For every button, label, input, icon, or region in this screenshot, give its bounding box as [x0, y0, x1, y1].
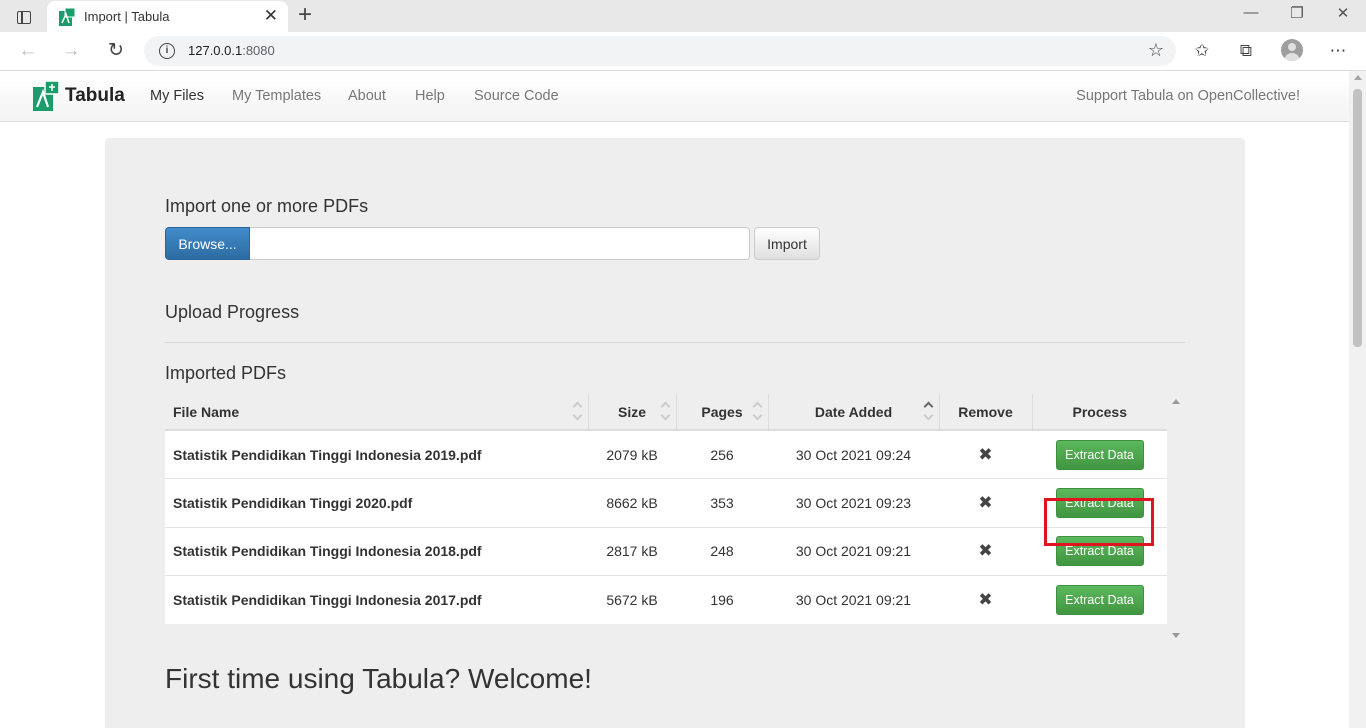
profile-avatar[interactable] [1281, 39, 1303, 61]
date-cell: 30 Oct 2021 09:23 [768, 478, 939, 527]
file-name-cell[interactable]: Statistik Pendidikan Tinggi 2020.pdf [165, 478, 588, 527]
sort-icon [573, 401, 583, 423]
tabula-logo-icon [33, 80, 60, 111]
favorites-icon[interactable]: ✩ [1189, 39, 1215, 63]
pages-cell: 353 [676, 478, 768, 527]
nav-source-code[interactable]: Source Code [474, 88, 559, 104]
size-cell: 2817 kB [588, 526, 676, 576]
date-cell: 30 Oct 2021 09:21 [768, 575, 939, 624]
column-header-remove: Remove [939, 394, 1033, 431]
process-cell: Extract Data [1032, 575, 1167, 624]
table-row: Statistik Pendidikan Tinggi Indonesia 20… [165, 429, 1167, 479]
nav-my-files[interactable]: My Files [150, 88, 204, 104]
browser-toolbar: ← → ↻ i 127.0.0.1:8080 ☆ ✩ ⧉ ⋯ [0, 32, 1366, 71]
remove-cell: ✖ [939, 526, 1032, 576]
tabula-navbar: Tabula My Files My Templates About Help … [0, 71, 1349, 122]
restore-icon[interactable]: ❐ [1274, 4, 1320, 22]
welcome-heading: First time using Tabula? Welcome! [165, 663, 592, 694]
close-window-icon[interactable]: ✕ [1320, 4, 1366, 22]
site-info-icon[interactable]: i [159, 43, 175, 59]
date-cell: 30 Oct 2021 09:24 [768, 429, 939, 479]
extract-data-button[interactable]: Extract Data [1055, 585, 1144, 615]
imported-pdfs-table: File Name Size Pages Date Added Remove P… [165, 394, 1167, 624]
column-header-size[interactable]: Size [588, 394, 677, 431]
table-scrollbar[interactable] [1169, 394, 1183, 640]
scrollbar-thumb[interactable] [1353, 89, 1362, 347]
url-text[interactable]: 127.0.0.1:8080 [188, 43, 275, 58]
nav-my-templates[interactable]: My Templates [232, 88, 321, 104]
browser-tab-bar: Import | Tabula ✕ + — ❐ ✕ [0, 0, 1366, 32]
refresh-icon[interactable]: ↻ [104, 40, 128, 62]
file-name-cell[interactable]: Statistik Pendidikan Tinggi Indonesia 20… [165, 429, 588, 479]
table-row: Statistik Pendidikan Tinggi Indonesia 20… [165, 575, 1167, 624]
page-viewport: Tabula My Files My Templates About Help … [0, 71, 1349, 728]
nav-support-link[interactable]: Support Tabula on OpenCollective! [1076, 88, 1300, 104]
remove-cell: ✖ [939, 429, 1032, 479]
collections-icon[interactable]: ⧉ [1233, 39, 1259, 63]
imported-pdfs-heading: Imported PDFs [165, 363, 287, 383]
back-icon[interactable]: ← [16, 40, 40, 62]
extract-data-button[interactable]: Extract Data [1055, 439, 1144, 470]
divider [165, 342, 1185, 343]
close-tab-icon[interactable]: ✕ [264, 7, 278, 25]
browser-tab-title: Import | Tabula [84, 9, 170, 24]
tabula-favicon-icon [59, 7, 76, 26]
upload-progress-heading: Upload Progress [165, 302, 300, 322]
sort-icon [661, 401, 671, 423]
address-bar[interactable]: i 127.0.0.1:8080 ☆ [144, 36, 1176, 66]
new-tab-icon[interactable]: + [293, 3, 317, 29]
scroll-up-icon[interactable] [1172, 399, 1180, 404]
main-panel: Import one or more PDFs Browse... Import… [105, 138, 1245, 728]
pages-cell: 248 [676, 526, 768, 576]
nav-help[interactable]: Help [415, 88, 445, 104]
scroll-up-icon[interactable] [1354, 75, 1362, 80]
tab-actions-icon[interactable] [10, 6, 38, 28]
import-heading: Import one or more PDFs [165, 196, 369, 216]
brand[interactable]: Tabula [33, 80, 125, 111]
column-header-pages[interactable]: Pages [676, 394, 769, 431]
browser-tab-active[interactable]: Import | Tabula ✕ [47, 1, 288, 32]
column-header-date-added[interactable]: Date Added [768, 394, 940, 431]
minimize-icon[interactable]: — [1228, 4, 1274, 21]
brand-name: Tabula [65, 85, 125, 106]
pages-cell: 256 [676, 429, 768, 479]
page-scrollbar[interactable] [1349, 71, 1366, 728]
sort-ascending-icon [924, 401, 934, 423]
scroll-down-icon[interactable] [1172, 633, 1180, 638]
remove-icon[interactable]: ✖ [978, 541, 992, 560]
size-cell: 8662 kB [588, 478, 676, 527]
column-header-file-name[interactable]: File Name [165, 394, 589, 431]
highlight-box [1044, 498, 1154, 546]
remove-icon[interactable]: ✖ [978, 493, 992, 512]
remove-cell: ✖ [939, 575, 1032, 624]
sort-icon [753, 401, 763, 423]
remove-icon[interactable]: ✖ [978, 445, 992, 464]
table-row: Statistik Pendidikan Tinggi 2020.pdf 866… [165, 478, 1167, 527]
size-cell: 2079 kB [588, 429, 676, 479]
forward-icon[interactable]: → [59, 40, 83, 62]
add-favorite-icon[interactable]: ☆ [1148, 40, 1164, 61]
browse-button[interactable]: Browse... [165, 227, 250, 260]
size-cell: 5672 kB [588, 575, 676, 624]
pages-cell: 196 [676, 575, 768, 624]
remove-icon[interactable]: ✖ [978, 590, 992, 609]
more-menu-icon[interactable]: ⋯ [1325, 39, 1351, 63]
file-path-input[interactable] [250, 227, 750, 260]
remove-cell: ✖ [939, 478, 1032, 527]
column-header-process: Process [1032, 394, 1167, 431]
file-name-cell[interactable]: Statistik Pendidikan Tinggi Indonesia 20… [165, 526, 588, 576]
table-row: Statistik Pendidikan Tinggi Indonesia 20… [165, 526, 1167, 576]
import-button[interactable]: Import [754, 227, 820, 260]
date-cell: 30 Oct 2021 09:21 [768, 526, 939, 576]
process-cell: Extract Data [1032, 429, 1167, 479]
file-name-cell[interactable]: Statistik Pendidikan Tinggi Indonesia 20… [165, 575, 588, 624]
nav-about[interactable]: About [348, 88, 386, 104]
